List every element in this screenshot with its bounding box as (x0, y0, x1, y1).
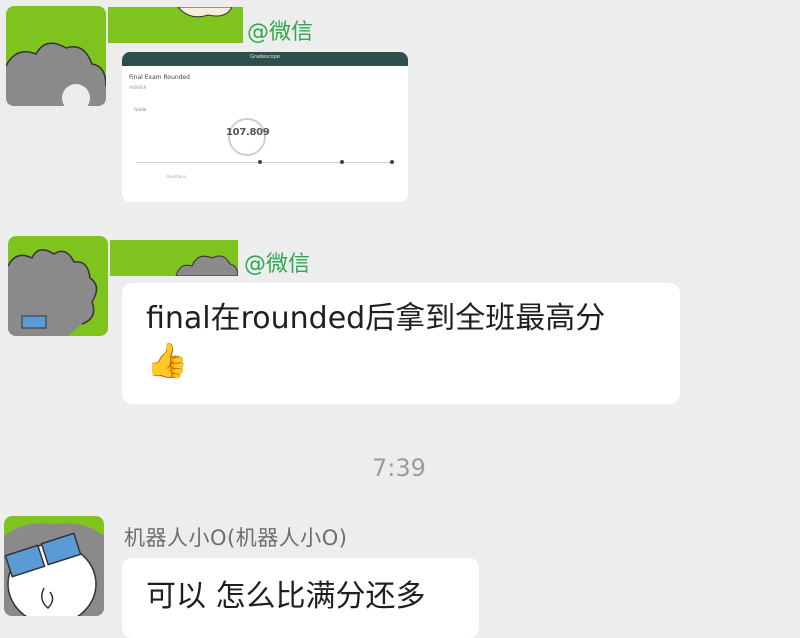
cartoon-avatar-icon (8, 236, 108, 336)
image-label-left: Grade (134, 107, 147, 112)
distribution-dot (390, 160, 394, 164)
score-distribution-line (136, 162, 394, 163)
timestamp: 7:39 (372, 454, 426, 482)
sender-tag: @微信 (247, 20, 314, 45)
image-topbar-title: Gradescope (250, 54, 280, 60)
sender-nickname-blob (108, 7, 243, 43)
message-text: 可以 怎么比满分还多 (146, 579, 426, 614)
sender-nickname-blob (110, 240, 238, 276)
avatar[interactable] (4, 516, 104, 616)
distribution-dot (340, 160, 344, 164)
message-text: final在rounded后拿到全班最高分 (146, 301, 606, 336)
cartoon-avatar-icon (6, 6, 106, 106)
avatar[interactable] (8, 236, 108, 336)
image-assignment-subtitle: ANSWER (129, 85, 147, 90)
chat-bubble[interactable]: final在rounded后拿到全班最高分 👍 (122, 283, 680, 404)
avatar[interactable] (6, 6, 106, 106)
image-topbar: Gradescope (122, 52, 408, 66)
sender-tag: @微信 (244, 252, 311, 277)
distribution-dot (258, 160, 262, 164)
shared-image[interactable]: Gradescope Final Exam Rounded ANSWER Gra… (122, 52, 408, 202)
chat-bubble[interactable]: 可以 怎么比满分还多 (122, 558, 479, 638)
sender-name: 机器人小O(机器人小O) (124, 526, 348, 550)
sunglasses-avatar-icon (4, 516, 104, 616)
image-footer-label: Questions (166, 174, 186, 179)
image-assignment-title: Final Exam Rounded (129, 74, 190, 81)
thumbs-up-icon: 👍 (146, 341, 189, 381)
image-score: 107.809 (226, 127, 270, 138)
